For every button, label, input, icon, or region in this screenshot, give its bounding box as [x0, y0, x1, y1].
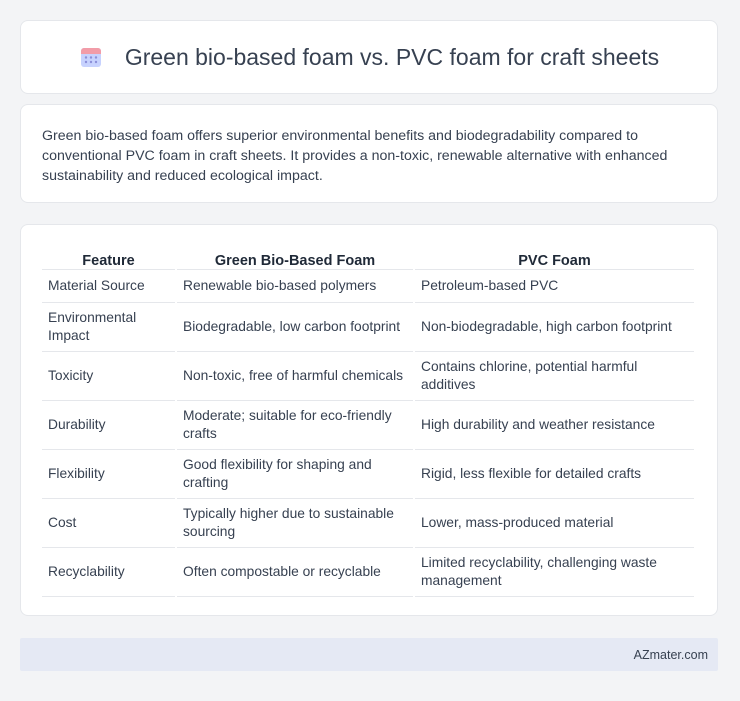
cell-feature: Environmental Impact [42, 303, 175, 352]
table-row: Recyclability Often compostable or recyc… [42, 548, 694, 597]
cell-feature: Durability [42, 401, 175, 450]
table-row: Environmental Impact Biodegradable, low … [42, 303, 694, 352]
cell-feature: Flexibility [42, 450, 175, 499]
summary-text: Green bio-based foam offers superior env… [42, 128, 668, 184]
table-row: Material Source Renewable bio-based poly… [42, 270, 694, 303]
comparison-table-card: Feature Green Bio-Based Foam PVC Foam Ma… [20, 224, 718, 616]
table-header-row: Feature Green Bio-Based Foam PVC Foam [42, 245, 694, 270]
calendar-grid-icon [80, 48, 101, 67]
header-bio-foam: Green Bio-Based Foam [177, 245, 413, 270]
table-row: Durability Moderate; suitable for eco-fr… [42, 401, 694, 450]
cell-bio-foam: Renewable bio-based polymers [177, 270, 413, 303]
table-row: Cost Typically higher due to sustainable… [42, 499, 694, 548]
cell-pvc-foam: Petroleum-based PVC [415, 270, 694, 303]
comparison-table: Feature Green Bio-Based Foam PVC Foam Ma… [40, 245, 696, 597]
cell-bio-foam: Typically higher due to sustainable sour… [177, 499, 413, 548]
header-pvc-foam: PVC Foam [415, 245, 694, 270]
cell-feature: Cost [42, 499, 175, 548]
header-card: Green bio-based foam vs. PVC foam for cr… [20, 20, 718, 94]
cell-bio-foam: Biodegradable, low carbon footprint [177, 303, 413, 352]
cell-pvc-foam: Lower, mass-produced material [415, 499, 694, 548]
cell-bio-foam: Non-toxic, free of harmful chemicals [177, 352, 413, 401]
cell-feature: Material Source [42, 270, 175, 303]
cell-feature: Toxicity [42, 352, 175, 401]
table-row: Flexibility Good flexibility for shaping… [42, 450, 694, 499]
footer: AZmater.com [20, 638, 718, 671]
cell-bio-foam: Often compostable or recyclable [177, 548, 413, 597]
cell-pvc-foam: Non-biodegradable, high carbon footprint [415, 303, 694, 352]
cell-bio-foam: Moderate; suitable for eco-friendly craf… [177, 401, 413, 450]
summary-card: Green bio-based foam offers superior env… [20, 104, 718, 203]
cell-pvc-foam: Contains chlorine, potential harmful add… [415, 352, 694, 401]
cell-pvc-foam: High durability and weather resistance [415, 401, 694, 450]
cell-feature: Recyclability [42, 548, 175, 597]
cell-bio-foam: Good flexibility for shaping and craftin… [177, 450, 413, 499]
table-row: Toxicity Non-toxic, free of harmful chem… [42, 352, 694, 401]
footer-brand: AZmater.com [633, 647, 708, 662]
cell-pvc-foam: Limited recyclability, challenging waste… [415, 548, 694, 597]
page-title: Green bio-based foam vs. PVC foam for cr… [124, 43, 660, 70]
cell-pvc-foam: Rigid, less flexible for detailed crafts [415, 450, 694, 499]
header-feature: Feature [42, 245, 175, 270]
page: Green bio-based foam vs. PVC foam for cr… [0, 0, 740, 701]
